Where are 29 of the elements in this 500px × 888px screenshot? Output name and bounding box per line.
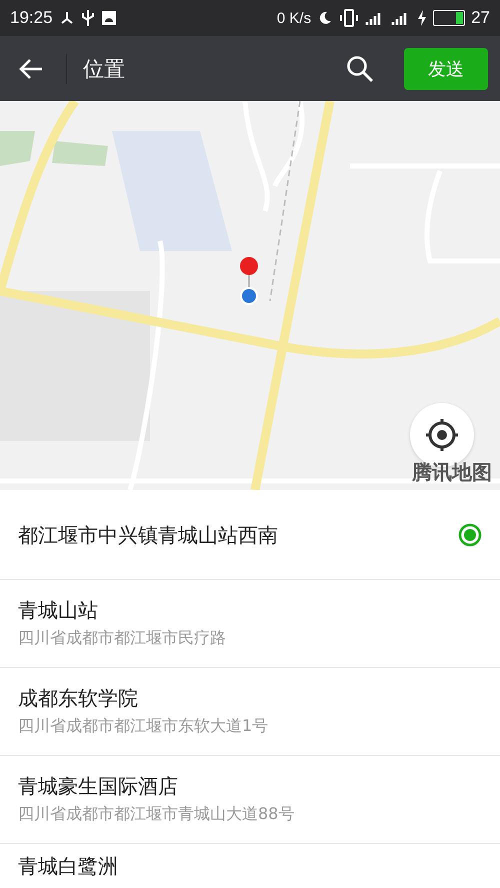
place-item[interactable]: 都江堰市中兴镇青城山站西南 [0,490,500,580]
image-icon [100,10,117,26]
moon-icon [317,10,334,26]
place-address: 四川省成都市都江堰市青城山大道88号 [18,804,296,825]
network-speed: 0 K/s [276,10,312,26]
clock: 19:25 [10,8,53,28]
charging-icon [417,9,428,27]
place-item[interactable]: 青城山站 四川省成都市都江堰市民疗路 [0,580,500,668]
place-name: 青城豪生国际酒店 [18,774,179,798]
battery-icon [433,10,466,26]
place-item[interactable]: 青城白鹭洲 [0,844,500,888]
place-name: 成都东软学院 [18,686,139,710]
back-arrow-icon [18,56,44,80]
page-title: 位置 [83,56,125,82]
map-logo: 腾讯地图 [412,459,492,486]
battery-percent: 27 [471,8,490,28]
place-address: 四川省成都市都江堰市东软大道1号 [18,716,270,737]
place-name: 青城山站 [18,598,99,622]
vibrate-icon [339,9,360,27]
place-item[interactable]: 成都东软学院 四川省成都市都江堰市东软大道1号 [0,668,500,756]
place-name: 都江堰市中兴镇青城山站西南 [18,522,279,546]
usb-icon [80,9,95,27]
place-name: 青城白鹭洲 [18,854,119,878]
place-item[interactable]: 青城豪生国际酒店 四川省成都市都江堰市青城山大道88号 [0,756,500,844]
share-icon [58,10,75,26]
search-icon [346,54,374,82]
location-pin-icon [238,256,260,306]
crosshair-icon [424,417,460,453]
place-address: 四川省成都市都江堰市民疗路 [18,628,227,649]
